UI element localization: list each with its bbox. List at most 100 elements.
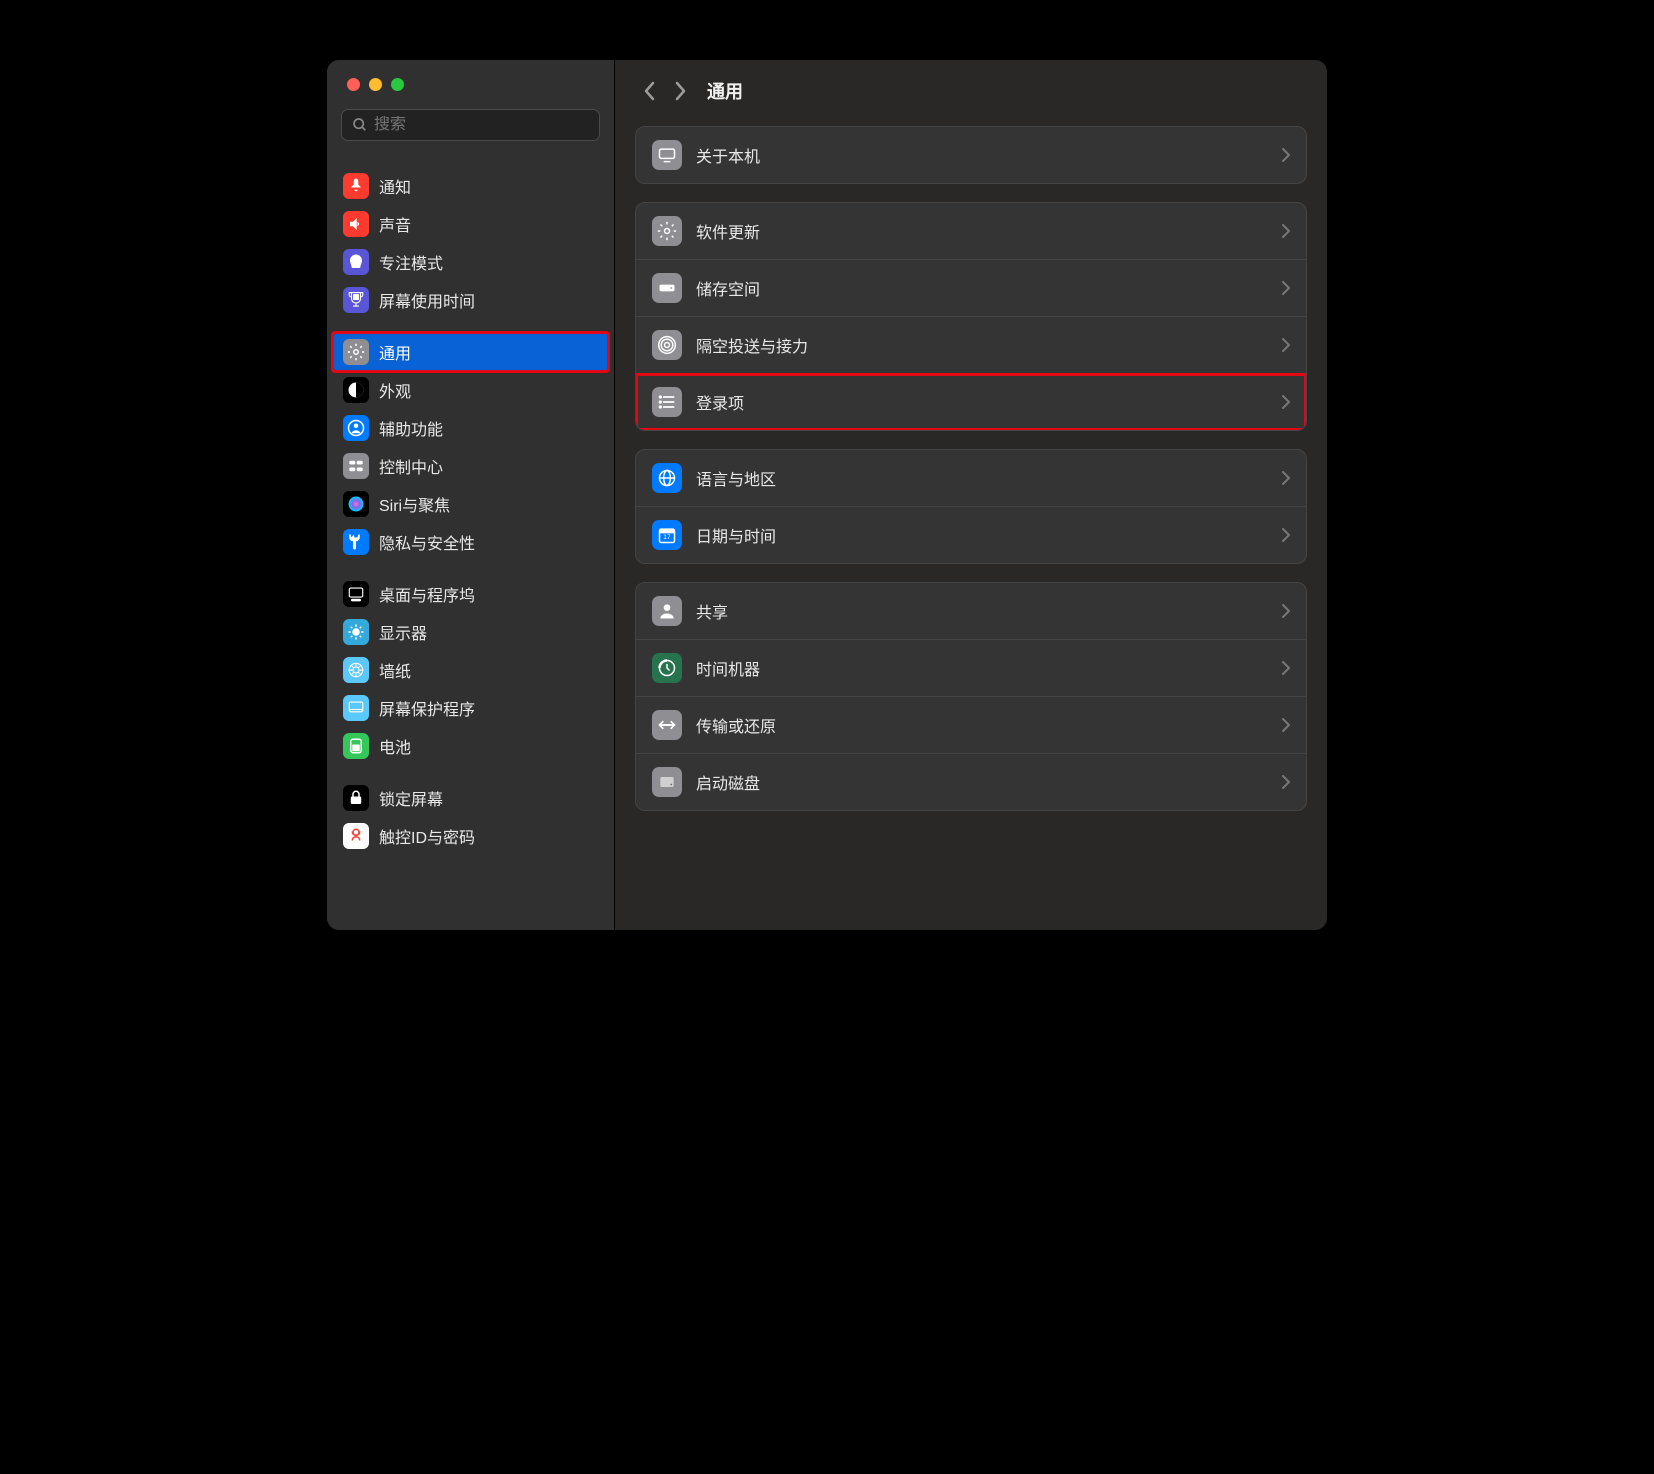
chevron-right-icon — [1282, 528, 1290, 542]
row-label: 启动磁盘 — [696, 770, 1282, 794]
sidebar-item-7[interactable]: 控制中心 — [333, 447, 608, 485]
sidebar-item-label: 辅助功能 — [379, 416, 443, 440]
sidebar-item-6[interactable]: 辅助功能 — [333, 409, 608, 447]
airdrop-icon — [652, 330, 682, 360]
section-3: 共享时间机器传输或还原启动磁盘 — [635, 582, 1307, 811]
chevron-right-icon — [1282, 338, 1290, 352]
sidebar-item-8[interactable]: Siri与聚焦 — [333, 485, 608, 523]
sidebar-item-16[interactable]: 触控ID与密码 — [333, 817, 608, 855]
close-button[interactable] — [347, 78, 360, 91]
sidebar-group: 通知声音专注模式屏幕使用时间 — [333, 167, 608, 319]
list-icon — [652, 387, 682, 417]
sidebar-item-label: 屏幕保护程序 — [379, 696, 475, 720]
forward-button[interactable] — [665, 76, 695, 106]
sidebar-icon — [343, 619, 369, 645]
sidebar-icon — [343, 287, 369, 313]
row-label: 语言与地区 — [696, 466, 1282, 490]
row-label: 传输或还原 — [696, 713, 1282, 737]
sidebar-item-2[interactable]: 专注模式 — [333, 243, 608, 281]
svg-text:17: 17 — [663, 534, 671, 541]
row-label: 软件更新 — [696, 219, 1282, 243]
sidebar-item-12[interactable]: 墙纸 — [333, 651, 608, 689]
chevron-right-icon — [1282, 148, 1290, 162]
sidebar-item-label: 显示器 — [379, 620, 427, 644]
chevron-right-icon — [1282, 281, 1290, 295]
row-label: 共享 — [696, 599, 1282, 623]
sidebar-icon — [343, 695, 369, 721]
hdd-icon — [652, 767, 682, 797]
row-label: 登录项 — [696, 390, 1282, 414]
search-box[interactable] — [341, 109, 600, 141]
chevron-right-icon — [1282, 604, 1290, 618]
sidebar-icon — [343, 339, 369, 365]
main-panel: 通用 关于本机软件更新储存空间隔空投送与接力登录项语言与地区 17日期与时间共享时… — [615, 60, 1327, 930]
settings-window: 通知声音专注模式屏幕使用时间通用外观辅助功能控制中心Siri与聚焦隐私与安全性桌… — [327, 60, 1327, 930]
chevron-right-icon — [1282, 395, 1290, 409]
settings-row[interactable]: 软件更新 — [636, 203, 1306, 260]
sidebar-item-10[interactable]: 桌面与程序坞 — [333, 575, 608, 613]
settings-row[interactable]: 登录项 — [636, 374, 1306, 430]
sidebar-icon — [343, 173, 369, 199]
window-controls — [327, 60, 614, 109]
settings-row[interactable]: 关于本机 — [636, 127, 1306, 183]
sidebar-group: 桌面与程序坞显示器墙纸屏幕保护程序电池 — [333, 575, 608, 765]
sidebar-item-label: 锁定屏幕 — [379, 786, 443, 810]
search-input[interactable] — [374, 116, 589, 134]
settings-row[interactable]: 时间机器 — [636, 640, 1306, 697]
sidebar-icon — [343, 491, 369, 517]
sidebar-item-11[interactable]: 显示器 — [333, 613, 608, 651]
sidebar-icon — [343, 249, 369, 275]
row-label: 隔空投送与接力 — [696, 333, 1282, 357]
search-container — [327, 109, 614, 151]
section-2: 语言与地区 17日期与时间 — [635, 449, 1307, 564]
settings-row[interactable]: 17日期与时间 — [636, 507, 1306, 563]
settings-row[interactable]: 共享 — [636, 583, 1306, 640]
sidebar-list: 通知声音专注模式屏幕使用时间通用外观辅助功能控制中心Siri与聚焦隐私与安全性桌… — [327, 151, 614, 930]
search-icon — [352, 117, 368, 133]
sidebar-item-3[interactable]: 屏幕使用时间 — [333, 281, 608, 319]
sidebar-item-4[interactable]: 通用 — [333, 333, 608, 371]
settings-row[interactable]: 传输或还原 — [636, 697, 1306, 754]
sidebar-group: 锁定屏幕触控ID与密码 — [333, 779, 608, 855]
sidebar-item-5[interactable]: 外观 — [333, 371, 608, 409]
minimize-button[interactable] — [369, 78, 382, 91]
settings-row[interactable]: 启动磁盘 — [636, 754, 1306, 810]
sidebar-icon — [343, 415, 369, 441]
arrows-icon — [652, 710, 682, 740]
sidebar-item-label: 专注模式 — [379, 250, 443, 274]
content: 关于本机软件更新储存空间隔空投送与接力登录项语言与地区 17日期与时间共享时间机器… — [615, 122, 1327, 849]
disk-icon — [652, 273, 682, 303]
sidebar-item-label: 隐私与安全性 — [379, 530, 475, 554]
sidebar-item-label: 通用 — [379, 340, 411, 364]
maximize-button[interactable] — [391, 78, 404, 91]
gear-icon — [652, 216, 682, 246]
main-header: 通用 — [615, 60, 1327, 122]
section-0: 关于本机 — [635, 126, 1307, 184]
settings-row[interactable]: 语言与地区 — [636, 450, 1306, 507]
sidebar-icon — [343, 733, 369, 759]
sidebar-item-label: 屏幕使用时间 — [379, 288, 475, 312]
sidebar-item-9[interactable]: 隐私与安全性 — [333, 523, 608, 561]
sidebar-icon — [343, 377, 369, 403]
tm-icon — [652, 653, 682, 683]
sidebar-item-1[interactable]: 声音 — [333, 205, 608, 243]
sidebar-item-0[interactable]: 通知 — [333, 167, 608, 205]
section-1: 软件更新储存空间隔空投送与接力登录项 — [635, 202, 1307, 431]
sidebar: 通知声音专注模式屏幕使用时间通用外观辅助功能控制中心Siri与聚焦隐私与安全性桌… — [327, 60, 615, 930]
settings-row[interactable]: 储存空间 — [636, 260, 1306, 317]
sidebar-item-label: Siri与聚焦 — [379, 492, 450, 516]
sidebar-item-label: 控制中心 — [379, 454, 443, 478]
sidebar-item-13[interactable]: 屏幕保护程序 — [333, 689, 608, 727]
sidebar-item-14[interactable]: 电池 — [333, 727, 608, 765]
row-label: 关于本机 — [696, 143, 1282, 167]
sidebar-icon — [343, 453, 369, 479]
sidebar-item-15[interactable]: 锁定屏幕 — [333, 779, 608, 817]
globe-icon — [652, 463, 682, 493]
chevron-right-icon — [1282, 775, 1290, 789]
sidebar-item-label: 墙纸 — [379, 658, 411, 682]
sidebar-item-label: 声音 — [379, 212, 411, 236]
back-button[interactable] — [635, 76, 665, 106]
settings-row[interactable]: 隔空投送与接力 — [636, 317, 1306, 374]
sidebar-item-label: 桌面与程序坞 — [379, 582, 475, 606]
sidebar-icon — [343, 581, 369, 607]
